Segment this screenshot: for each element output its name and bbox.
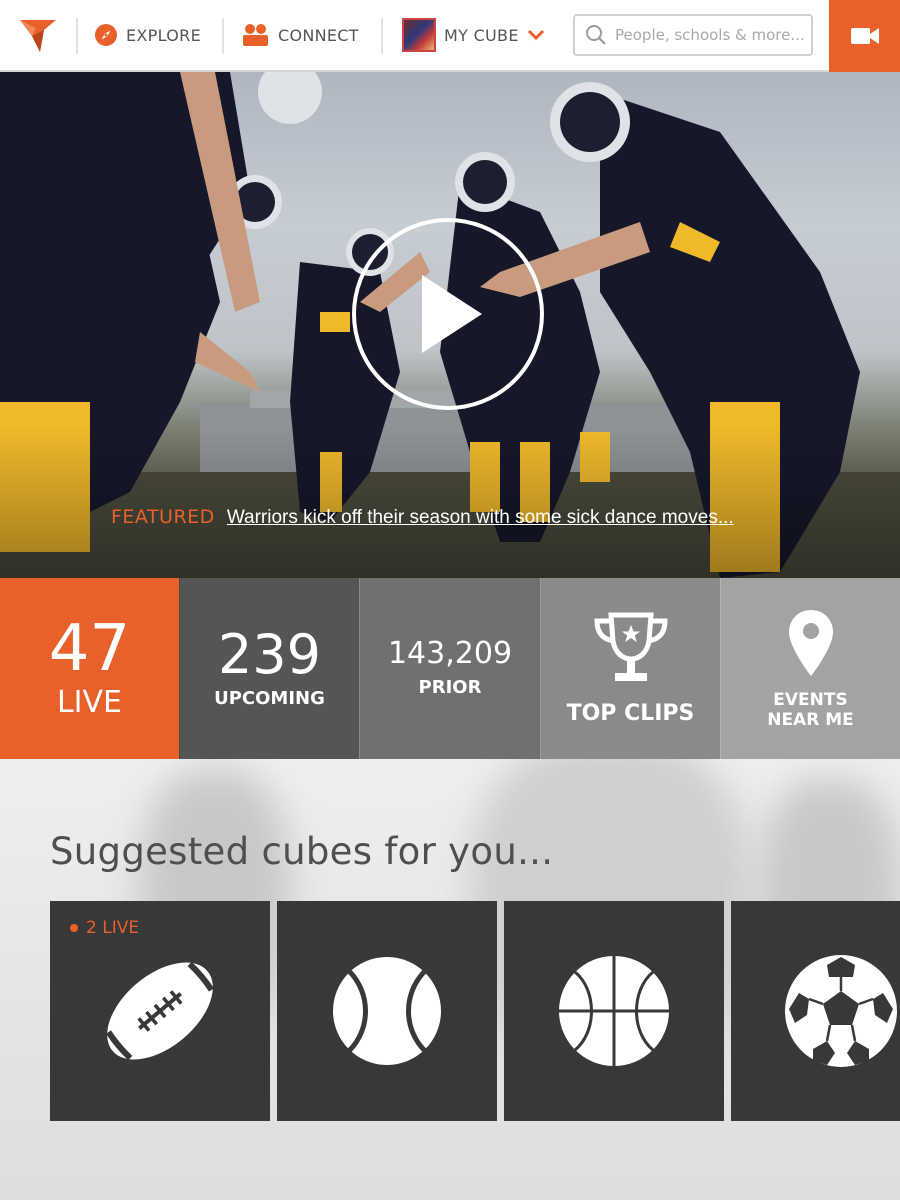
logo[interactable] bbox=[18, 16, 58, 54]
search-icon bbox=[586, 25, 606, 45]
logo-icon bbox=[20, 20, 56, 52]
prior-count: 143,209 bbox=[387, 636, 513, 671]
football-icon bbox=[105, 961, 215, 1061]
featured-tag: FEATURED bbox=[111, 506, 215, 528]
tennis-ball-icon bbox=[333, 957, 441, 1065]
featured-caption: FEATURED Warriors kick off their season … bbox=[111, 506, 734, 529]
live-label: LIVE bbox=[56, 685, 123, 720]
video-camera-icon bbox=[850, 28, 879, 44]
search-box[interactable] bbox=[573, 14, 813, 56]
prior-tile[interactable]: 143,209 PRIOR bbox=[359, 578, 540, 759]
basketball-icon bbox=[559, 956, 669, 1066]
nav-explore[interactable]: EXPLORE bbox=[94, 0, 201, 70]
search-input[interactable] bbox=[615, 26, 805, 44]
top-clips-label: TOP CLIPS bbox=[566, 701, 695, 726]
cube-card-basketball[interactable] bbox=[504, 901, 724, 1121]
upcoming-tile[interactable]: 239 UPCOMING bbox=[179, 578, 359, 759]
nav-explore-label: EXPLORE bbox=[126, 25, 201, 45]
suggested-title: Suggested cubes for you... bbox=[50, 830, 554, 873]
live-tile[interactable]: 47 LIVE bbox=[0, 578, 179, 759]
compass-icon bbox=[95, 24, 117, 46]
avatar bbox=[402, 18, 436, 52]
top-nav: EXPLORE CONNECT MY CUBE bbox=[0, 0, 900, 72]
live-count: 47 bbox=[48, 612, 131, 686]
upcoming-count: 239 bbox=[217, 623, 322, 686]
prior-label: PRIOR bbox=[418, 677, 482, 698]
stats-bar: 47 LIVE 239 UPCOMING 143,209 PRIOR TOP C… bbox=[0, 578, 900, 759]
events-near-me-tile[interactable]: EVENTS NEAR ME bbox=[720, 578, 900, 759]
nav-my-cube[interactable]: MY CUBE bbox=[402, 0, 545, 70]
cube-card-tennis[interactable] bbox=[277, 901, 497, 1121]
events-label-line1: EVENTS bbox=[773, 689, 848, 710]
events-label-line2: NEAR ME bbox=[767, 709, 854, 730]
nav-connect[interactable]: CONNECT bbox=[242, 0, 359, 70]
nav-divider bbox=[222, 18, 224, 54]
trophy-icon bbox=[593, 612, 668, 681]
play-button[interactable] bbox=[352, 218, 544, 410]
suggested-cubes-list: 2 LIVE bbox=[50, 901, 900, 1121]
upcoming-label: UPCOMING bbox=[214, 688, 325, 709]
chevron-down-icon bbox=[527, 29, 544, 41]
soccer-ball-icon bbox=[785, 955, 897, 1067]
featured-hero[interactable]: FEATURED Warriors kick off their season … bbox=[0, 72, 900, 578]
nav-divider bbox=[381, 18, 383, 54]
nav-connect-label: CONNECT bbox=[278, 25, 359, 45]
map-pin-icon bbox=[788, 609, 833, 676]
cube-card-soccer[interactable] bbox=[731, 901, 900, 1121]
top-clips-tile[interactable]: TOP CLIPS bbox=[540, 578, 720, 759]
live-dot bbox=[70, 924, 78, 932]
nav-my-cube-label: MY CUBE bbox=[444, 25, 519, 45]
people-icon bbox=[243, 24, 268, 46]
live-badge: 2 LIVE bbox=[70, 918, 139, 938]
live-badge-label: 2 LIVE bbox=[86, 918, 140, 938]
play-icon bbox=[422, 275, 482, 353]
events-label: EVENTS NEAR ME bbox=[767, 690, 854, 730]
record-video-button[interactable] bbox=[829, 0, 900, 72]
featured-title-link[interactable]: Warriors kick off their season with some… bbox=[227, 507, 734, 529]
cube-card-football[interactable]: 2 LIVE bbox=[50, 901, 270, 1121]
nav-divider bbox=[76, 18, 78, 54]
